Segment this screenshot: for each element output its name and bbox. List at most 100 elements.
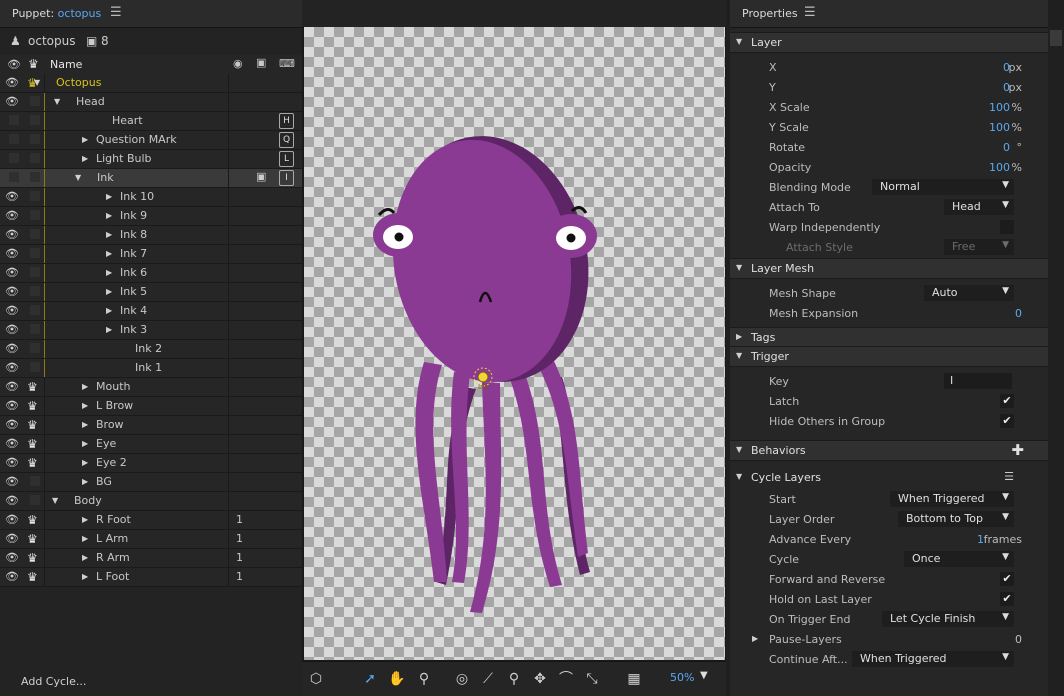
- independence-toggle[interactable]: [30, 305, 40, 315]
- collapsed-triangle-icon[interactable]: ▶: [82, 571, 88, 583]
- panel-menu-icon[interactable]: ☰: [110, 6, 122, 19]
- layer-row[interactable]: 👁 ▶ BG: [0, 473, 302, 492]
- crown-icon[interactable]: ♛: [27, 570, 41, 584]
- layer-row[interactable]: 👁 ♛ ▶ L Brow: [0, 397, 302, 416]
- independence-toggle[interactable]: [30, 267, 40, 277]
- crown-icon[interactable]: ♛: [27, 513, 41, 527]
- crown-icon[interactable]: ♛: [27, 532, 41, 546]
- prop-opacity-value[interactable]: 100: [989, 161, 1010, 174]
- record-column-icon[interactable]: ◉: [233, 57, 243, 70]
- mesh-shape-dropdown[interactable]: Auto ▼: [924, 285, 1014, 301]
- hold-last-layer-checkbox[interactable]: ✔: [1000, 592, 1014, 606]
- section-layer-mesh[interactable]: ▼ Layer Mesh: [730, 258, 1048, 279]
- collapsed-triangle-icon[interactable]: ▶: [106, 324, 112, 336]
- eye-icon[interactable]: 👁: [5, 77, 19, 89]
- eye-icon[interactable]: 👁: [5, 96, 19, 108]
- layer-row[interactable]: 👁 ▶ Ink 5: [0, 283, 302, 302]
- section-behaviors[interactable]: ▼ Behaviors ✚: [730, 440, 1048, 461]
- properties-menu-icon[interactable]: ☰: [804, 6, 816, 19]
- crown-icon[interactable]: ♛: [27, 456, 41, 470]
- collapsed-triangle-icon[interactable]: ▶: [82, 514, 88, 526]
- collapsed-triangle-icon[interactable]: ▶: [82, 552, 88, 564]
- eye-icon[interactable]: 👁: [5, 476, 19, 488]
- independence-toggle[interactable]: [30, 115, 40, 125]
- collapsed-triangle-icon[interactable]: ▶: [82, 419, 88, 431]
- layer-row[interactable]: 👁 ♛ ▶ R Foot 1: [0, 511, 302, 530]
- layer-row[interactable]: 👁 ▶ Ink 9: [0, 207, 302, 226]
- eye-icon[interactable]: 👁: [5, 191, 19, 203]
- section-trigger[interactable]: ▼ Trigger: [730, 346, 1048, 367]
- layer-row[interactable]: 👁 ▶ Ink 10: [0, 188, 302, 207]
- independence-toggle[interactable]: [30, 476, 40, 486]
- layer-row[interactable]: 👁 ♛ ▶ Brow: [0, 416, 302, 435]
- pin-tool-icon[interactable]: ⚲: [504, 669, 524, 689]
- collapsed-triangle-icon[interactable]: ▶: [82, 533, 88, 545]
- layer-row[interactable]: 👁 ♛ ▶ R Arm 1: [0, 549, 302, 568]
- eye-icon[interactable]: 👁: [5, 286, 19, 298]
- layer-row[interactable]: 👁 Ink 1: [0, 359, 302, 378]
- collapsed-triangle-icon[interactable]: ▶: [106, 305, 112, 317]
- eye-column-icon[interactable]: 👁: [7, 58, 21, 71]
- layer-row[interactable]: 👁 ▶ Ink 4: [0, 302, 302, 321]
- layer-row[interactable]: 👁 ♛ ▶ Eye: [0, 435, 302, 454]
- keyboard-column-icon[interactable]: ⌨: [279, 57, 295, 70]
- independence-toggle[interactable]: [30, 324, 40, 334]
- camera-icon[interactable]: ▣: [256, 170, 266, 183]
- pause-layers-value[interactable]: 0: [1015, 633, 1022, 646]
- crown-column-icon[interactable]: ♛: [28, 57, 39, 71]
- independence-toggle[interactable]: [30, 134, 40, 144]
- layer-row[interactable]: 👁 ▶ Ink 8: [0, 226, 302, 245]
- prop-rotate-value[interactable]: 0: [1003, 141, 1010, 154]
- layer-row[interactable]: 👁 ▼ Body: [0, 492, 302, 511]
- crown-icon[interactable]: ♛: [27, 551, 41, 565]
- expanded-triangle-icon[interactable]: ▼: [75, 172, 81, 184]
- collapsed-triangle-icon[interactable]: ▶: [106, 267, 112, 279]
- scrollbar-thumb[interactable]: [1050, 30, 1062, 46]
- layer-row[interactable]: ▼ Ink ▣ I: [0, 169, 302, 188]
- eye-icon[interactable]: 👁: [5, 229, 19, 241]
- expanded-triangle-icon[interactable]: ▼: [54, 96, 60, 108]
- attach-to-dropdown[interactable]: Head ▼: [944, 199, 1014, 215]
- collapsed-triangle-icon[interactable]: ▶: [106, 210, 112, 222]
- trigger-key-badge[interactable]: L: [279, 151, 294, 167]
- trigger-key-field[interactable]: I: [944, 373, 1012, 389]
- eye-icon[interactable]: 👁: [5, 495, 19, 507]
- hide-others-checkbox[interactable]: ✔: [1000, 414, 1014, 428]
- section-tags[interactable]: ▶ Tags: [730, 327, 1048, 348]
- collapsed-triangle-icon[interactable]: ▶: [82, 134, 88, 146]
- collapsed-triangle-icon[interactable]: ▶: [106, 286, 112, 298]
- handle-tool-icon[interactable]: ⟋: [478, 669, 498, 689]
- expand-icon[interactable]: ▶: [752, 634, 758, 643]
- eye-icon[interactable]: 👁: [5, 419, 19, 431]
- zoom-tool-icon[interactable]: ⚲: [414, 669, 434, 689]
- independence-toggle[interactable]: [30, 248, 40, 258]
- cycle-layers-label[interactable]: Cycle Layers: [751, 471, 821, 484]
- collapsed-triangle-icon[interactable]: ▶: [82, 153, 88, 165]
- layer-row[interactable]: 👁 ♛ ▶ L Foot 1: [0, 568, 302, 587]
- crown-icon[interactable]: ♛: [27, 437, 41, 451]
- collapsed-triangle-icon[interactable]: ▶: [82, 438, 88, 450]
- stick-tool-icon[interactable]: ⌒: [556, 669, 576, 689]
- eye-icon[interactable]: 👁: [5, 324, 19, 336]
- collapsed-triangle-icon[interactable]: ▶: [82, 381, 88, 393]
- layer-row[interactable]: 👁 ♛ ▼ Octopus: [0, 74, 302, 93]
- independence-toggle[interactable]: [30, 495, 40, 505]
- trigger-key-badge[interactable]: Q: [279, 132, 294, 148]
- independence-toggle[interactable]: [30, 191, 40, 201]
- layer-row[interactable]: 👁 ▼ Head: [0, 93, 302, 112]
- behavior-menu-icon[interactable]: ☰: [1004, 470, 1014, 483]
- prop-x-scale-value[interactable]: 100: [989, 101, 1010, 114]
- layer-row[interactable]: 👁 Ink 2: [0, 340, 302, 359]
- layer-row[interactable]: 👁 ▶ Ink 3: [0, 321, 302, 340]
- on-trigger-end-dropdown[interactable]: Let Cycle Finish ▼: [882, 611, 1014, 627]
- trigger-key-badge[interactable]: H: [279, 113, 294, 129]
- eye-icon[interactable]: 👁: [5, 533, 19, 545]
- properties-scrollbar[interactable]: [1048, 28, 1064, 696]
- blending-mode-dropdown[interactable]: Normal ▼: [872, 179, 1014, 195]
- trigger-key-badge[interactable]: I: [279, 170, 294, 186]
- collapsed-triangle-icon[interactable]: ▶: [82, 400, 88, 412]
- independence-toggle[interactable]: [30, 153, 40, 163]
- transparency-grid-icon[interactable]: ▦: [624, 669, 644, 689]
- crown-icon[interactable]: ♛: [27, 380, 41, 394]
- eye-icon[interactable]: 👁: [5, 210, 19, 222]
